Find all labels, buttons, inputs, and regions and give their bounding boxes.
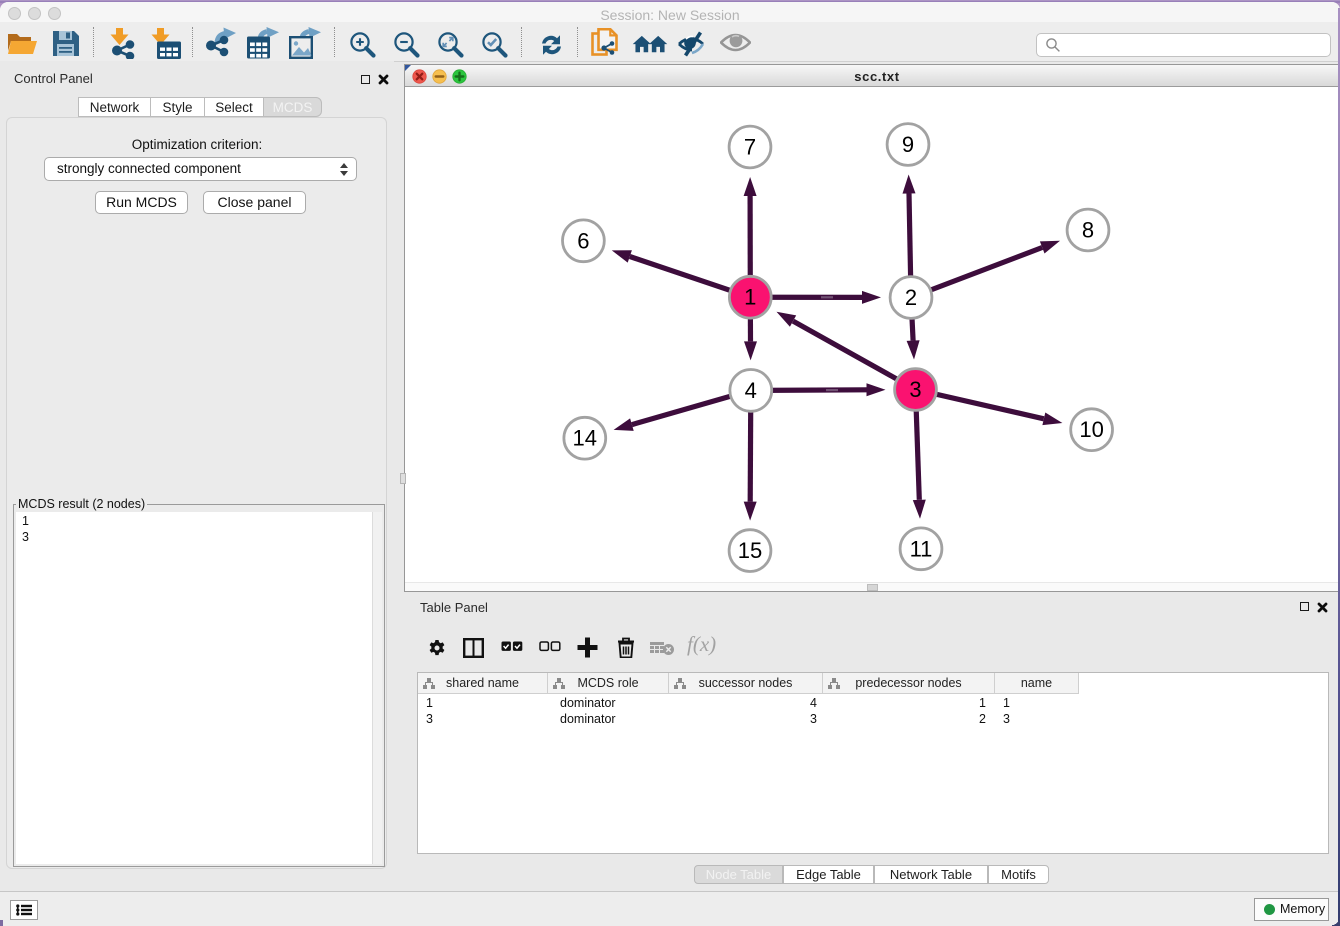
svg-text:1: 1 [744, 285, 756, 310]
svg-text:2: 2 [905, 285, 917, 310]
svg-text:3: 3 [909, 377, 921, 402]
svg-text:14: 14 [573, 426, 597, 451]
svg-text:10: 10 [1079, 417, 1103, 442]
svg-text:15: 15 [738, 538, 762, 563]
svg-text:7: 7 [744, 135, 756, 160]
svg-text:8: 8 [1082, 218, 1094, 243]
svg-text:11: 11 [910, 536, 933, 561]
svg-text:4: 4 [745, 378, 757, 403]
svg-text:6: 6 [577, 228, 589, 253]
svg-text:9: 9 [902, 132, 914, 157]
